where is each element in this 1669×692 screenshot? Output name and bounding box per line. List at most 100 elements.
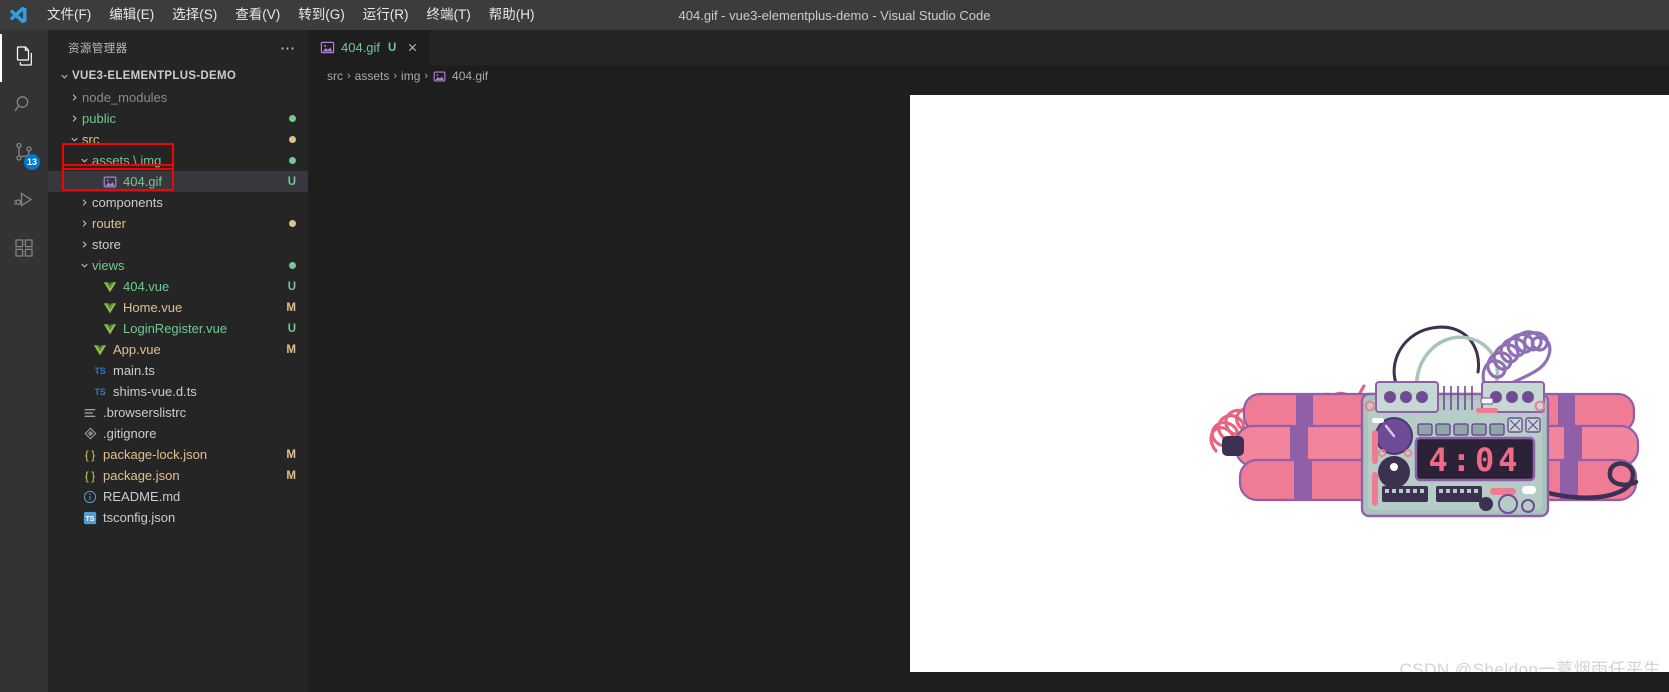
breadcrumb-404-gif-label: 404.gif <box>452 69 489 83</box>
tree-item-package-lock-json[interactable]: { } package-lock.json M <box>48 444 308 465</box>
git-status-letter: U <box>287 322 296 335</box>
tree-item-label: LoginRegister.vue <box>123 321 228 336</box>
tree-item-node-modules[interactable]: node_modules <box>48 87 308 108</box>
menu-go[interactable]: 转到(G) <box>289 2 354 29</box>
tree-item-home-vue[interactable]: Home.vue M <box>48 297 308 318</box>
menu-file[interactable]: 文件(F) <box>38 2 100 29</box>
tree-item-loginregister-vue[interactable]: LoginRegister.vue U <box>48 318 308 339</box>
tabs-empty-space <box>431 30 1669 65</box>
files-icon <box>12 44 36 73</box>
tree-item-404-vue[interactable]: 404.vue U <box>48 276 308 297</box>
tree-item-app-vue[interactable]: App.vue M <box>48 339 308 360</box>
tree-item-label: components <box>92 195 163 210</box>
run-and-debug-icon <box>12 188 36 217</box>
activity-source-control[interactable]: 13 <box>0 130 48 178</box>
tree-item-gitignore[interactable]: .gitignore <box>48 423 308 444</box>
tree-item-tsconfig-json[interactable]: TS tsconfig.json <box>48 507 308 528</box>
tree-item-package-json[interactable]: { } package.json M <box>48 465 308 486</box>
tree-item-label: shims-vue.d.ts <box>113 384 197 399</box>
breadcrumb: src › assets › img › 404.gif <box>308 65 1669 87</box>
tree-item-label: 404.gif <box>123 174 163 189</box>
vue-file-icon <box>102 300 118 316</box>
tree-item-label: assets \ img <box>92 153 162 168</box>
tree-item-components[interactable]: components <box>48 192 308 213</box>
git-status-letter: M <box>286 469 296 482</box>
tree-item-label: node_modules <box>82 90 168 105</box>
chevron-right-icon <box>66 113 82 124</box>
tree-item-label: README.md <box>103 489 181 504</box>
sidebar-header: 资源管理器 ⋯ <box>48 30 308 65</box>
git-status-dot <box>289 262 296 269</box>
tree-item-label: package-lock.json <box>103 447 208 462</box>
menu-edit[interactable]: 编辑(E) <box>100 2 163 29</box>
menu-help[interactable]: 帮助(H) <box>480 2 544 29</box>
tab-404-gif[interactable]: 404.gif U <box>308 30 432 65</box>
sidebar-title: 资源管理器 <box>68 42 128 55</box>
git-status-dot <box>289 136 296 143</box>
chevron-down-icon <box>76 155 92 166</box>
breadcrumb-404-gif[interactable]: 404.gif <box>432 69 488 83</box>
typescript-file-icon: TS <box>94 386 106 397</box>
tree-item-shims-vue-d-ts[interactable]: TS shims-vue.d.ts <box>48 381 308 402</box>
ellipsis-icon[interactable]: ⋯ <box>276 39 300 57</box>
activity-run-debug[interactable] <box>0 178 48 226</box>
chevron-down-icon <box>66 134 82 145</box>
menu-run[interactable]: 运行(R) <box>354 2 418 29</box>
tree-item-label: router <box>92 216 126 231</box>
markdown-file-icon <box>82 489 98 505</box>
editor-bottom-strip <box>308 672 1669 692</box>
vscode-window: 文件(F) 编辑(E) 选择(S) 查看(V) 转到(G) 运行(R) 终端(T… <box>0 0 1669 692</box>
breadcrumb-img-label: img <box>401 69 421 83</box>
activity-bar: 13 <box>0 30 48 692</box>
tree-item-src[interactable]: src <box>48 129 308 150</box>
breadcrumb-img[interactable]: img <box>401 69 420 83</box>
activity-search[interactable] <box>0 82 48 130</box>
breadcrumb-separator: › <box>393 70 398 82</box>
tree-item-main-ts[interactable]: TS main.ts <box>48 360 308 381</box>
git-status-dot <box>289 157 296 164</box>
git-status-letter: M <box>286 343 296 356</box>
menu-terminal[interactable]: 终端(T) <box>418 2 480 29</box>
git-file-icon <box>82 426 98 442</box>
menu-view[interactable]: 查看(V) <box>226 2 289 29</box>
json-file-icon: { } <box>84 468 96 483</box>
activity-explorer[interactable] <box>0 34 48 82</box>
tree-item-label: App.vue <box>113 342 161 357</box>
tree-item-browserslistrc[interactable]: .browserslistrc <box>48 402 308 423</box>
tree-item-assets-img[interactable]: assets \ img <box>48 150 308 171</box>
tree-item-label: store <box>92 237 121 252</box>
file-tree: VUE3-ELEMENTPLUS-DEMO node_modulespublic… <box>48 65 308 692</box>
breadcrumb-assets[interactable]: assets <box>355 69 390 83</box>
image-preview-viewer[interactable]: 4:04 CSDN @Sheldon一蓑烟雨任平生 <box>308 87 1669 692</box>
menu-selection[interactable]: 选择(S) <box>163 2 226 29</box>
vue-file-icon <box>102 321 118 337</box>
tree-item-label: src <box>82 132 100 147</box>
tree-item-label: 404.vue <box>123 279 170 294</box>
activity-extensions[interactable] <box>0 226 48 274</box>
404-bomb-illustration: 4:04 <box>1186 276 1669 526</box>
breadcrumb-src-label: src <box>327 69 343 83</box>
tree-item-store[interactable]: store <box>48 234 308 255</box>
image-file-icon <box>319 40 335 56</box>
tree-item-views[interactable]: views <box>48 255 308 276</box>
git-status-letter: M <box>286 448 296 461</box>
tree-item-404-gif[interactable]: 404.gif U <box>48 171 308 192</box>
tree-item-public[interactable]: public <box>48 108 308 129</box>
vue-file-icon <box>92 342 108 358</box>
tree-item-router[interactable]: router <box>48 213 308 234</box>
tree-item-label: package.json <box>103 468 180 483</box>
breadcrumb-separator: › <box>347 70 351 82</box>
breadcrumb-separator: › <box>424 70 429 82</box>
vue-file-icon <box>102 279 118 295</box>
editor-tabs: 404.gif U <box>308 30 1669 65</box>
tree-root-label: VUE3-ELEMENTPLUS-DEMO <box>72 70 237 82</box>
close-icon[interactable] <box>404 40 420 56</box>
breadcrumb-src[interactable]: src <box>327 69 343 83</box>
tree-item-readme-md[interactable]: README.md <box>48 486 308 507</box>
chevron-down-icon <box>56 71 72 82</box>
tree-item-label: public <box>82 111 116 126</box>
tree-root-folder[interactable]: VUE3-ELEMENTPLUS-DEMO <box>48 65 308 87</box>
git-status-letter: M <box>286 301 296 314</box>
tree-item-label: Home.vue <box>123 300 183 315</box>
tree-item-label: views <box>92 258 125 273</box>
